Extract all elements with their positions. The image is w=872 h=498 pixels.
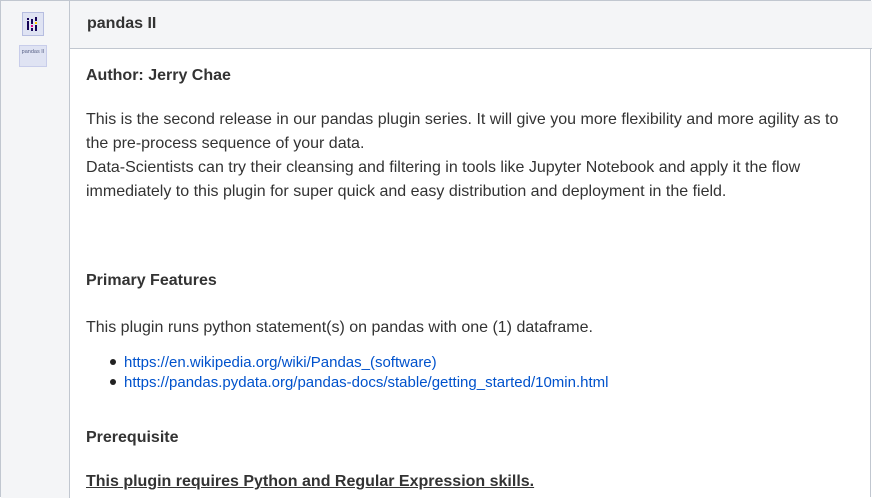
plugin-content: Author: Jerry Chae This is the second re… (70, 49, 872, 498)
icon-column: pandas II (1, 1, 70, 498)
primary-features-heading: Primary Features (86, 272, 217, 289)
pandas-plugin-icon (22, 12, 44, 36)
description-paragraph-2: Data-Scientists can try their cleansing … (86, 159, 801, 200)
bullet-icon (110, 379, 116, 385)
plugin-title: pandas II (87, 15, 157, 32)
list-item: https://pandas.pydata.org/pandas-docs/st… (86, 373, 608, 393)
primary-features-text: This plugin runs python statement(s) on … (86, 319, 593, 336)
plugin-header: pandas II (70, 1, 872, 49)
list-item: https://en.wikipedia.org/wiki/Pandas_(so… (86, 353, 608, 373)
wikipedia-pandas-link[interactable]: https://en.wikipedia.org/wiki/Pandas_(so… (124, 354, 437, 371)
plugin-table: pandas II pandas II Author: Jerry Chae T… (0, 0, 872, 498)
description: This is the second release in our pandas… (86, 108, 856, 204)
prerequisite-requirement: This plugin requires Python and Regular … (86, 473, 535, 490)
description-paragraph-1: This is the second release in our pandas… (86, 111, 839, 152)
author-line: Author: Jerry Chae (86, 67, 231, 84)
bullet-icon (110, 359, 116, 365)
prerequisite-heading: Prerequisite (86, 429, 179, 446)
reference-links-list: https://en.wikipedia.org/wiki/Pandas_(so… (86, 353, 608, 393)
plugin-icon-label: pandas II (19, 45, 47, 67)
pandas-logo-icon (27, 17, 37, 31)
pandas-10min-guide-link[interactable]: https://pandas.pydata.org/pandas-docs/st… (124, 374, 608, 391)
